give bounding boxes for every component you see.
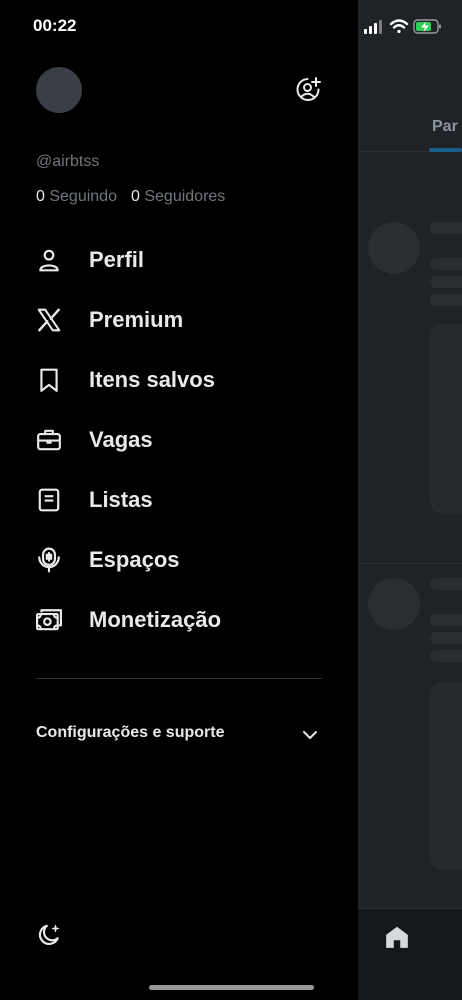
post-media-placeholder [430, 682, 462, 870]
menu-item-monetizacao[interactable]: Monetização [0, 590, 358, 650]
post-avatar-placeholder [368, 578, 420, 630]
menu-item-espacos[interactable]: Espaços [0, 530, 358, 590]
timeline-tab-underline [429, 148, 462, 152]
timeline-tab-label: Par [432, 118, 458, 135]
menu-item-label: Premium [89, 307, 184, 332]
post-text-placeholder [430, 578, 462, 590]
wifi-icon [389, 19, 409, 34]
settings-and-support-toggle[interactable]: Configurações e suporte [0, 712, 358, 756]
followers-count: 0 [130, 188, 140, 205]
navigation-drawer: 00:22 @airbtss 0 Seguindo 0 Seguidores Pe… [0, 0, 358, 1000]
menu-item-label: Vagas [89, 427, 153, 452]
menu-item-label: Listas [89, 487, 153, 512]
followers-label: Seguidores [144, 188, 226, 205]
signal-icon [364, 20, 382, 34]
following-count: 0 [36, 188, 45, 205]
post-text-placeholder [430, 614, 462, 626]
person-icon [39, 249, 59, 272]
avatar[interactable] [36, 67, 82, 113]
menu-item-listas[interactable]: Listas [0, 470, 358, 530]
briefcase-icon [37, 429, 61, 451]
post-text-placeholder [430, 650, 462, 662]
background-timeline: Par [358, 0, 462, 1000]
home-indicator [149, 985, 314, 990]
home-icon[interactable] [384, 924, 410, 950]
menu-item-premium[interactable]: Premium [0, 290, 358, 350]
profile-handle[interactable]: @airbtss [36, 153, 99, 171]
moon-sparkle-icon[interactable] [36, 922, 62, 948]
status-time: 00:22 [33, 16, 77, 35]
post-text-placeholder [430, 632, 462, 644]
menu-item-itens-salvos[interactable]: Itens salvos [0, 350, 358, 410]
bookmark-icon [40, 368, 58, 392]
menu-item-perfil[interactable]: Perfil [0, 230, 358, 290]
settings-and-support-label: Configurações e suporte [36, 724, 225, 741]
menu-item-label: Itens salvos [89, 367, 215, 392]
post-text-placeholder [430, 222, 462, 234]
follow-stats: 0 Seguindo 0 Seguidores [36, 188, 225, 206]
post-media-placeholder [430, 324, 462, 514]
drawer-divider [36, 678, 322, 679]
post-text-placeholder [430, 276, 462, 288]
menu-item-label: Espaços [89, 547, 180, 572]
bottom-nav [358, 908, 462, 1000]
following-label: Seguindo [49, 188, 117, 205]
x-logo-icon [37, 308, 61, 332]
post-text-placeholder [430, 294, 462, 306]
menu-item-label: Perfil [89, 247, 145, 272]
chevron-down-icon [303, 731, 317, 739]
battery-icon [413, 19, 441, 34]
menu-item-label: Monetização [89, 607, 222, 632]
post-divider [358, 563, 462, 564]
add-account-icon[interactable] [294, 75, 322, 103]
spaces-microphone-icon [38, 547, 60, 573]
menu-item-vagas[interactable]: Vagas [0, 410, 358, 470]
post-avatar-placeholder [368, 222, 420, 274]
money-icon [36, 609, 62, 631]
list-icon [38, 488, 60, 512]
followers-link[interactable]: 0 Seguidores [131, 188, 225, 205]
status-icons [364, 19, 441, 34]
following-link[interactable]: 0 Seguindo [36, 188, 117, 205]
post-text-placeholder [430, 258, 462, 270]
